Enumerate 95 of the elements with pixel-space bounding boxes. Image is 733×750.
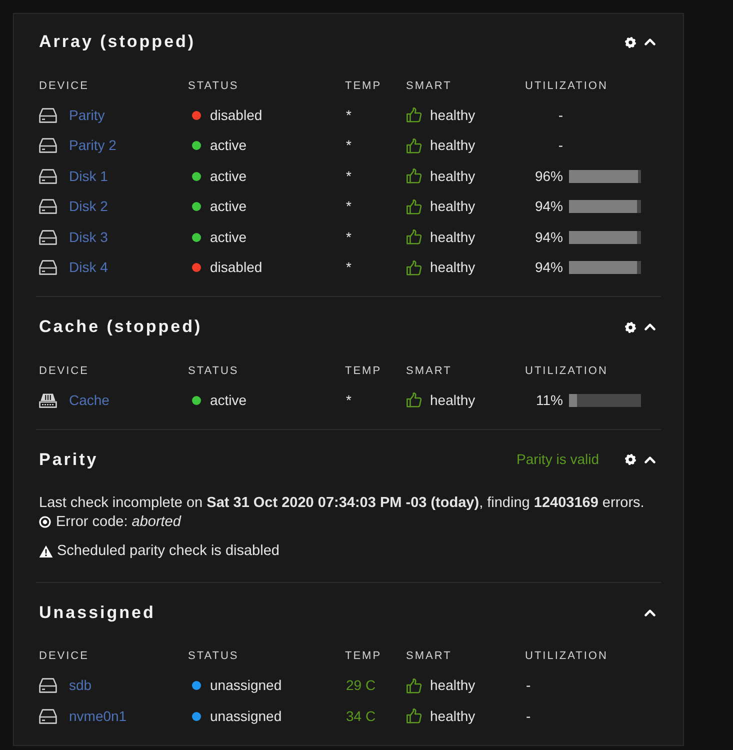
section-title: Cache (stopped) bbox=[39, 316, 202, 338]
smart-status-text: healthy bbox=[430, 706, 476, 726]
utilization-text: - bbox=[525, 676, 531, 696]
utilization-text: 11% bbox=[536, 390, 563, 410]
status-text: disabled bbox=[210, 106, 262, 125]
smart-status-text: healthy bbox=[430, 676, 476, 696]
column-header: SMART bbox=[406, 649, 453, 664]
device-link[interactable]: Parity 2 bbox=[69, 135, 116, 156]
device-link[interactable]: Disk 3 bbox=[69, 226, 108, 248]
target-icon bbox=[39, 516, 51, 528]
column-header: SMART bbox=[406, 78, 453, 94]
temperature-text: 34 C bbox=[345, 706, 376, 726]
utilization-text: - bbox=[525, 706, 531, 726]
hard-drive-icon bbox=[39, 230, 57, 245]
thumbs-up-icon bbox=[406, 392, 422, 408]
device-link[interactable]: Disk 4 bbox=[69, 257, 108, 278]
column-header: STATUS bbox=[188, 649, 240, 664]
temperature-text: * bbox=[345, 228, 352, 247]
column-header: DEVICE bbox=[39, 78, 90, 94]
section-title: Unassigned bbox=[39, 602, 156, 624]
column-header: UTILIZATION bbox=[525, 649, 609, 664]
thumbs-up-icon bbox=[406, 107, 422, 124]
smart-status-text: healthy bbox=[430, 390, 476, 410]
section-title: Parity bbox=[39, 448, 98, 471]
hard-drive-icon bbox=[39, 708, 57, 724]
utilization-text: - bbox=[558, 136, 563, 156]
device-link[interactable]: Disk 1 bbox=[69, 166, 108, 187]
smart-status-text: healthy bbox=[430, 197, 476, 216]
status-text: disabled bbox=[210, 258, 262, 278]
hard-drive-icon bbox=[39, 199, 57, 214]
utilization-text: 94% bbox=[534, 228, 563, 247]
column-header: STATUS bbox=[188, 364, 240, 379]
collapse-chevron-icon[interactable] bbox=[644, 454, 656, 464]
column-header: SMART bbox=[406, 364, 453, 379]
column-header: STATUS bbox=[188, 78, 240, 94]
collapse-chevron-icon[interactable] bbox=[644, 322, 656, 332]
settings-icon[interactable] bbox=[625, 454, 636, 465]
error-code-text: Error code: aborted bbox=[56, 512, 181, 532]
hard-drive-icon bbox=[39, 260, 57, 276]
utilization-text: - bbox=[558, 106, 563, 125]
device-link[interactable]: nvme0n1 bbox=[69, 706, 127, 727]
device-link[interactable]: Parity bbox=[69, 104, 105, 126]
column-header: TEMP bbox=[345, 364, 383, 379]
temperature-text: * bbox=[345, 197, 352, 216]
temperature-text: * bbox=[345, 258, 352, 278]
thumbs-up-icon bbox=[406, 168, 422, 184]
status-text: active bbox=[210, 166, 247, 186]
settings-icon[interactable] bbox=[625, 36, 636, 48]
section-title: Array (stopped) bbox=[39, 31, 196, 54]
device-link[interactable]: sdb bbox=[69, 675, 92, 696]
collapse-chevron-icon[interactable] bbox=[644, 608, 656, 618]
status-label: Parity is valid bbox=[516, 450, 599, 469]
smart-status-text: healthy bbox=[430, 136, 476, 156]
hard-drive-icon bbox=[39, 108, 57, 123]
utilization-text: 94% bbox=[534, 258, 563, 278]
temperature-text: * bbox=[345, 106, 352, 125]
utilization-text: 94% bbox=[534, 197, 563, 216]
status-text: active bbox=[210, 228, 247, 247]
hard-drive-icon bbox=[39, 138, 57, 154]
column-header: TEMP bbox=[345, 78, 383, 94]
status-text: unassigned bbox=[210, 706, 282, 726]
collapse-chevron-icon[interactable] bbox=[644, 37, 656, 47]
temperature-text: * bbox=[345, 136, 352, 156]
status-text: active bbox=[210, 197, 247, 216]
temperature-text: * bbox=[345, 166, 352, 186]
hard-drive-icon bbox=[39, 678, 57, 694]
thumbs-up-icon bbox=[406, 138, 422, 154]
column-header: UTILIZATION bbox=[525, 78, 609, 94]
status-text: active bbox=[210, 136, 247, 156]
settings-icon[interactable] bbox=[625, 322, 636, 332]
column-header: DEVICE bbox=[39, 649, 90, 664]
column-header: UTILIZATION bbox=[525, 364, 609, 379]
smart-status-text: healthy bbox=[430, 258, 476, 278]
column-header: TEMP bbox=[345, 649, 383, 664]
utilization-text: 96% bbox=[534, 166, 563, 186]
thumbs-up-icon bbox=[406, 708, 422, 724]
hard-drive-icon bbox=[39, 168, 57, 184]
status-text: active bbox=[210, 390, 247, 410]
status-text: unassigned bbox=[210, 676, 282, 696]
warning-icon bbox=[39, 544, 53, 558]
smart-status-text: healthy bbox=[430, 166, 476, 186]
thumbs-up-icon bbox=[406, 229, 422, 246]
smart-status-text: healthy bbox=[430, 106, 476, 125]
thumbs-up-icon bbox=[406, 678, 422, 694]
temperature-text: * bbox=[345, 390, 352, 410]
warning-text: Scheduled parity check is disabled bbox=[57, 542, 280, 560]
smart-status-text: healthy bbox=[430, 228, 476, 247]
solid-state-drive-icon bbox=[39, 392, 57, 408]
thumbs-up-icon bbox=[406, 198, 422, 215]
device-link[interactable]: Cache bbox=[69, 390, 110, 411]
parity-check-message: Last check incomplete on Sat 31 Oct 2020 07:34:03 PM -03 (today), finding 12403169 errors. bbox=[39, 494, 644, 512]
thumbs-up-icon bbox=[406, 260, 422, 276]
column-header: DEVICE bbox=[39, 364, 90, 379]
device-link[interactable]: Disk 2 bbox=[69, 196, 108, 218]
temperature-text: 29 C bbox=[345, 676, 376, 696]
